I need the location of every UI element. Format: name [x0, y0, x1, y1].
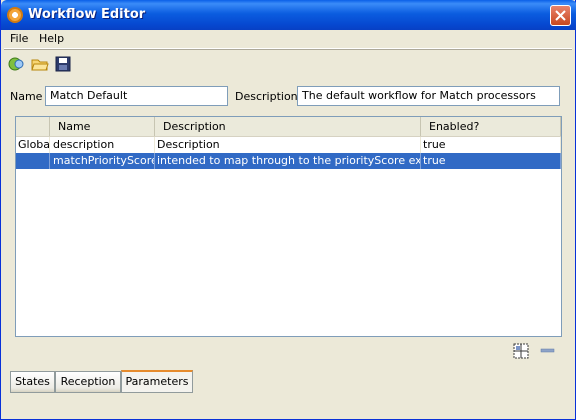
table-row-selected[interactable]: matchPriorityScore intended to map throu… — [16, 153, 561, 169]
tab-divider — [10, 392, 193, 393]
column-header-enabled[interactable]: Enabled? — [421, 117, 561, 136]
workflow-editor-window: Workflow Editor File Help Name Match Def… — [0, 0, 576, 420]
tab-parameters[interactable]: Parameters — [121, 370, 193, 392]
tab-states[interactable]: States — [10, 371, 55, 392]
description-field[interactable]: The default workflow for Match processor… — [297, 86, 560, 106]
cell-scope — [16, 153, 50, 169]
cell-description: Description — [155, 137, 421, 153]
remove-minus-icon[interactable] — [539, 343, 555, 359]
table-row[interactable]: Global description Description true — [16, 137, 561, 153]
menu-help[interactable]: Help — [39, 32, 64, 45]
menu-bar: File Help — [4, 30, 572, 49]
tab-reception[interactable]: Reception — [55, 371, 121, 392]
column-header-name[interactable]: Name — [50, 117, 155, 136]
cell-enabled: true — [421, 153, 561, 169]
table-header: Name Description Enabled? — [16, 117, 561, 137]
toolbar — [4, 49, 572, 78]
new-icon[interactable] — [8, 55, 26, 73]
menu-file[interactable]: File — [10, 32, 28, 45]
name-field[interactable]: Match Default — [45, 86, 228, 106]
close-button[interactable] — [550, 5, 571, 26]
save-icon[interactable] — [54, 55, 72, 73]
close-icon — [555, 10, 566, 21]
cell-scope: Global — [18, 137, 50, 153]
column-header-scope[interactable] — [16, 117, 50, 136]
window-title: Workflow Editor — [28, 7, 146, 22]
column-header-description[interactable]: Description — [155, 117, 421, 136]
workflow-details: Name Match Default Description The defau… — [1, 86, 576, 108]
app-icon — [7, 7, 23, 23]
cell-description: intended to map through to the priorityS… — [155, 153, 421, 169]
cell-name: description — [50, 137, 155, 153]
cell-enabled: true — [421, 137, 561, 153]
description-label: Description — [235, 90, 298, 103]
name-label: Name — [10, 90, 43, 103]
title-bar[interactable]: Workflow Editor — [1, 0, 576, 30]
parameters-table[interactable]: Name Description Enabled? Global descrip… — [15, 116, 562, 337]
cell-name: matchPriorityScore — [50, 153, 155, 169]
add-row-grid-icon[interactable] — [513, 343, 529, 359]
open-folder-icon[interactable] — [31, 55, 49, 73]
